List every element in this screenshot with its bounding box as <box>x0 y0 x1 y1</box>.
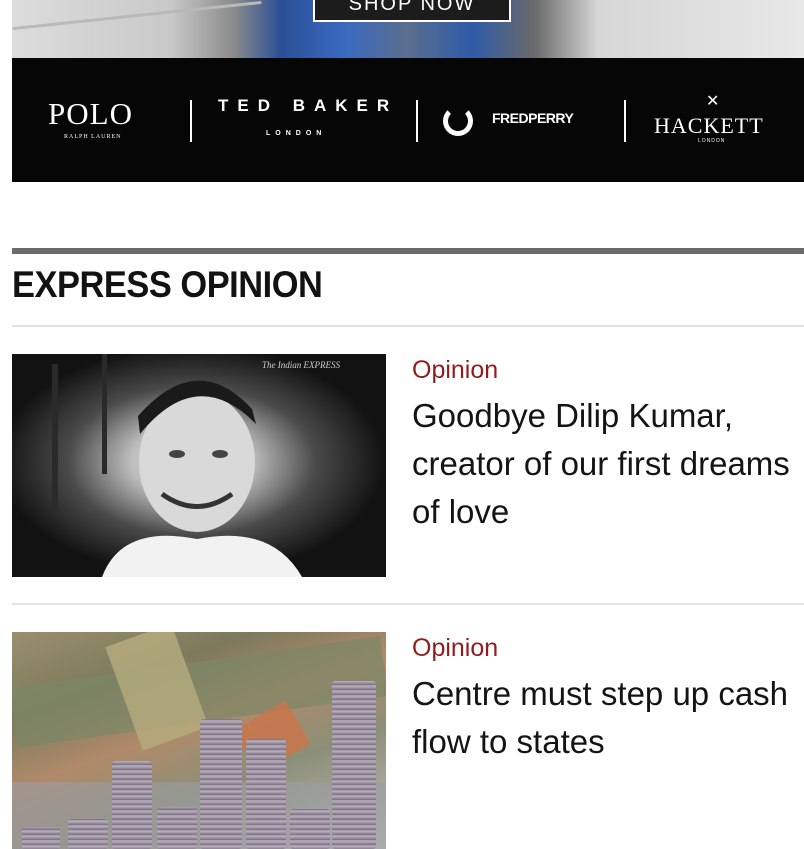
ad-banner[interactable]: SHOP NOW POLO RALPH LAUREN TED BAKER LON… <box>12 0 804 182</box>
coin-stack <box>68 819 108 849</box>
ad-photo: SHOP NOW <box>12 0 804 58</box>
divider <box>12 603 804 605</box>
portrait-illustration: The Indian EXPRESS <box>52 354 340 577</box>
brand-logos: POLO RALPH LAUREN TED BAKER LONDON FREDP… <box>12 58 804 182</box>
coin-stack <box>290 809 330 849</box>
hackett-logo: HACKETT <box>654 113 764 138</box>
crossed-swords-icon: ✕ <box>706 93 720 110</box>
coin-stack <box>200 719 242 849</box>
section-rule <box>12 248 804 254</box>
section-title[interactable]: EXPRESS OPINION <box>12 264 323 306</box>
divider <box>416 100 418 142</box>
coin-stack <box>112 761 152 849</box>
ted-baker-logo-sub: LONDON <box>266 130 327 137</box>
hackett-logo-sub: LONDON <box>698 138 726 144</box>
article-card[interactable]: Opinion Centre must step up cash flow to… <box>12 632 804 849</box>
coin-stack <box>332 681 376 849</box>
polo-logo-sub: RALPH LAUREN <box>64 134 122 140</box>
divider <box>624 100 626 142</box>
image-watermark: The Indian EXPRESS <box>262 360 340 370</box>
ted-baker-logo: TED BAKER <box>218 96 399 115</box>
article-headline[interactable]: Centre must step up cash flow to states <box>412 670 792 766</box>
article-card[interactable]: The Indian EXPRESS Opinion Goodbye Dilip… <box>12 354 804 577</box>
coin-stack <box>246 739 286 849</box>
railing-graphic <box>12 0 262 31</box>
shop-now-button[interactable]: SHOP NOW <box>313 0 511 22</box>
divider <box>12 325 804 327</box>
coin-stack <box>157 807 197 849</box>
article-kicker[interactable]: Opinion <box>412 356 498 385</box>
article-thumbnail[interactable]: The Indian EXPRESS <box>12 354 386 577</box>
article-headline[interactable]: Goodbye Dilip Kumar, creator of our firs… <box>412 392 792 536</box>
coin-stack <box>22 827 60 849</box>
divider <box>190 100 192 142</box>
polo-logo: POLO <box>48 96 133 131</box>
article-kicker[interactable]: Opinion <box>412 634 498 663</box>
laurel-icon <box>443 106 473 136</box>
fred-perry-logo: FREDPERRY <box>492 110 574 126</box>
article-thumbnail[interactable] <box>12 632 386 849</box>
